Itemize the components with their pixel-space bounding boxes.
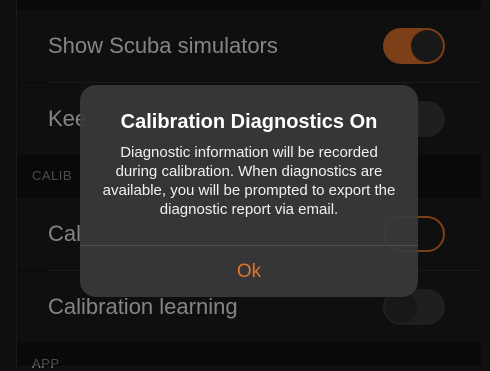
ok-button[interactable]: Ok [80,246,418,297]
dialog-message: Diagnostic information will be recorded … [102,144,396,218]
dialog-title: Calibration Diagnostics On [120,111,378,133]
alert-dialog: Calibration Diagnostics On Diagnostic in… [80,85,418,297]
